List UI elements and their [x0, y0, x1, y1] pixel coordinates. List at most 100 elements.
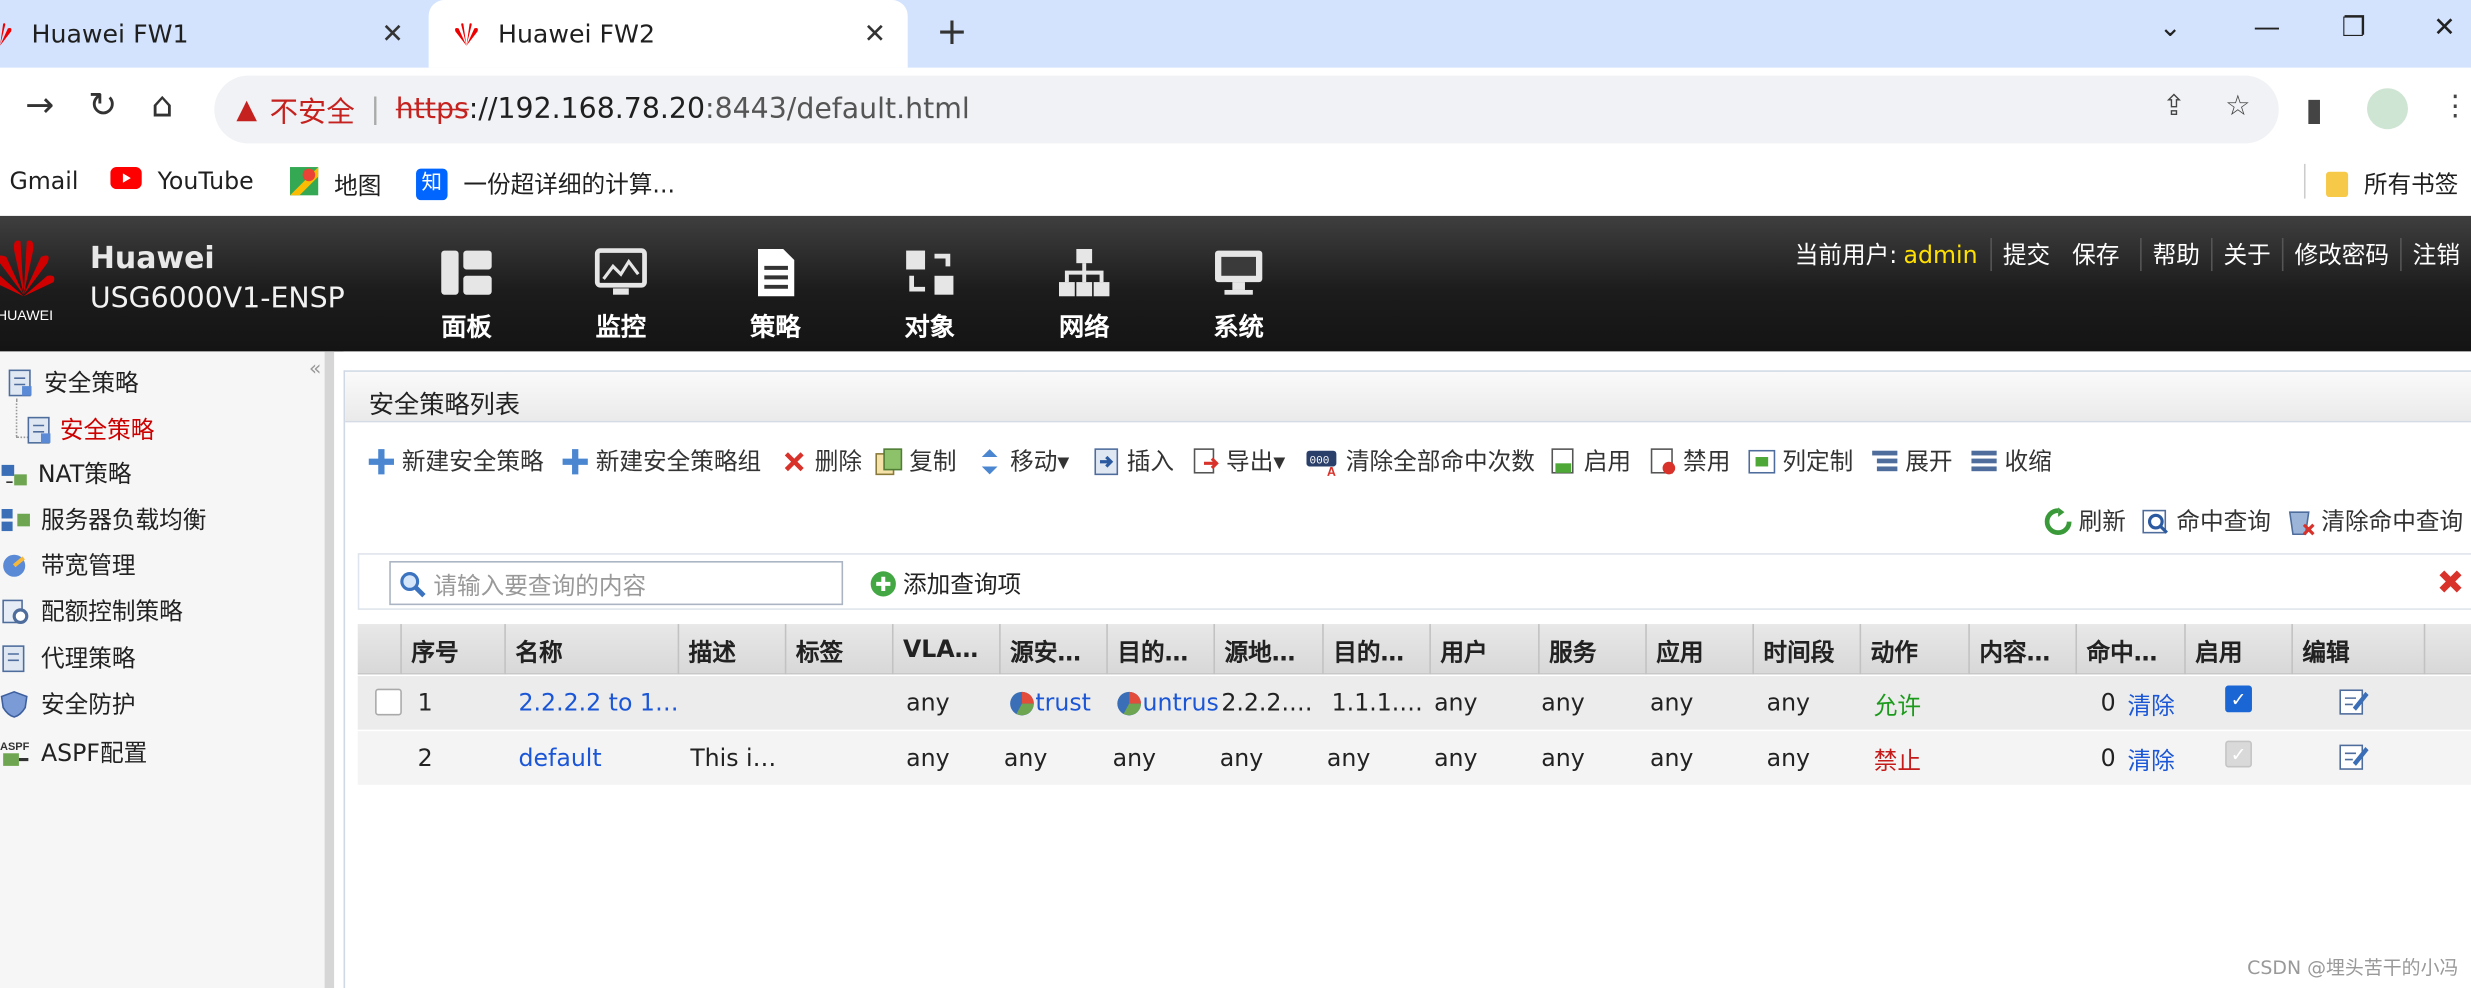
column-header[interactable]: 名称 — [506, 624, 680, 675]
collapse-button[interactable]: 收缩 — [1970, 444, 2052, 477]
reload-icon[interactable]: ↻ — [88, 87, 117, 126]
column-header[interactable]: 目的… — [1324, 624, 1431, 675]
address-bar[interactable]: ▲ 不安全 | https://192.168.78.20:8443/defau… — [214, 75, 2279, 144]
clear-hit-query-button[interactable]: 清除命中查询 — [2287, 504, 2463, 537]
column-header[interactable]: 命中… — [2077, 624, 2186, 675]
enable-checkbox[interactable]: ✓ — [2225, 685, 2252, 713]
column-header[interactable]: 应用 — [1647, 624, 1754, 675]
column-header[interactable]: 时间段 — [1754, 624, 1862, 675]
menu-policy[interactable]: 策略 — [728, 247, 823, 343]
bookmark-youtube[interactable]: YouTube — [110, 167, 254, 195]
hit-query-button[interactable]: 命中查询 — [2142, 504, 2271, 537]
add-query-button[interactable]: 添加查询项 — [870, 567, 1021, 600]
side-panel-icon[interactable]: ▮ — [2306, 90, 2323, 128]
insert-button[interactable]: 插入 — [1092, 444, 1174, 477]
export-button[interactable]: 导出▾ — [1191, 444, 1285, 477]
logout-link[interactable]: 注销 — [2400, 237, 2471, 272]
cell-name-link[interactable]: 2.2.2.2 to 1… — [518, 689, 676, 717]
help-link[interactable]: 帮助 — [2139, 237, 2211, 272]
column-header[interactable]: 服务 — [1540, 624, 1647, 675]
home-icon[interactable]: ⌂ — [151, 87, 173, 126]
column-header[interactable]: 标签 — [786, 624, 894, 675]
row-select-checkbox[interactable] — [375, 688, 402, 716]
sidebar-item-security-policy[interactable]: 安全策略 — [6, 366, 139, 399]
aspf-icon: ASPF — [0, 738, 30, 766]
column-header[interactable]: 启用 — [2186, 624, 2293, 675]
menu-monitor[interactable]: 监控 — [574, 247, 669, 343]
column-header[interactable]: 源地… — [1215, 624, 1324, 675]
warning-icon[interactable]: ▲ — [236, 94, 257, 126]
sidebar-item-quota-control[interactable]: 配额控制策略 — [0, 594, 183, 627]
column-header[interactable]: 用户 — [1431, 624, 1540, 675]
svg-text:ASPF: ASPF — [0, 740, 30, 752]
table-row[interactable]: 1 2.2.2.2 to 1… any trust untrust 2.2.2.… — [357, 676, 2471, 730]
minimize-icon[interactable]: — — [2254, 13, 2281, 45]
change-password-link[interactable]: 修改密码 — [2281, 237, 2400, 272]
bookmark-gmail[interactable]: Gmail — [9, 167, 78, 195]
tab-search-icon[interactable]: ⌄ — [2159, 13, 2181, 45]
zone-link[interactable]: trust — [1035, 689, 1091, 717]
new-policy-group-button[interactable]: 新建安全策略组 — [561, 444, 761, 477]
expand-button[interactable]: 展开 — [1871, 444, 1953, 477]
tab-huawei-fw1[interactable]: Huawei FW1 ✕ — [0, 0, 429, 68]
sidebar-item-security-protection[interactable]: 安全防护 — [0, 687, 136, 720]
menu-object[interactable]: 对象 — [883, 247, 978, 343]
bookmark-zhihu[interactable]: 知 一份超详细的计算... — [416, 167, 675, 200]
sidebar-item-nat[interactable]: NAT策略 — [0, 457, 132, 490]
edit-icon[interactable] — [2339, 741, 2371, 779]
delete-button[interactable]: 删除 — [780, 444, 862, 477]
column-custom-button[interactable]: 列定制 — [1748, 444, 1853, 477]
column-header[interactable]: 序号 — [402, 624, 506, 675]
copy-button[interactable]: 复制 — [875, 444, 957, 477]
disable-button[interactable]: 禁用 — [1648, 444, 1730, 477]
restore-icon[interactable]: ❐ — [2342, 13, 2366, 45]
clear-hits-link[interactable]: 清除 — [2127, 689, 2174, 722]
edit-icon[interactable] — [2339, 686, 2371, 724]
column-header[interactable]: 目的… — [1108, 624, 1216, 675]
column-header[interactable]: VLA… — [894, 624, 1001, 675]
sidebar-item-security-policy-sub[interactable]: 安全策略 — [25, 413, 154, 446]
browser-menu-icon[interactable]: ⋮ — [2441, 90, 2469, 123]
star-icon[interactable]: ☆ — [2225, 90, 2250, 123]
forward-icon[interactable]: → — [25, 87, 54, 126]
menu-network[interactable]: 网络 — [1037, 247, 1132, 343]
save-link[interactable]: 保存 — [2061, 238, 2130, 271]
move-button[interactable]: 移动▾ — [975, 444, 1069, 477]
insecure-label[interactable]: 不安全 — [270, 89, 355, 130]
zone-link[interactable]: untrust — [1143, 689, 1219, 717]
cell-name-link[interactable]: default — [518, 744, 676, 772]
sidebar-item-proxy[interactable]: 代理策略 — [0, 641, 136, 674]
close-tab-icon[interactable]: ✕ — [864, 18, 886, 50]
table-row[interactable]: 2 default This i… any any any any any an… — [357, 731, 2471, 785]
new-tab-button[interactable]: + — [936, 9, 968, 53]
close-window-icon[interactable]: ✕ — [2433, 13, 2455, 45]
sidebar-item-bandwidth[interactable]: 带宽管理 — [0, 548, 136, 581]
column-header[interactable]: 内容… — [1970, 624, 2078, 675]
enable-button[interactable]: 启用 — [1549, 444, 1631, 477]
bookmark-maps[interactable]: 地图 — [289, 167, 381, 202]
close-tab-icon[interactable]: ✕ — [381, 18, 403, 50]
clear-all-hits-button[interactable]: 000 A 清除全部命中次数 — [1306, 444, 1535, 478]
collapse-sidebar-icon[interactable]: « — [309, 358, 322, 382]
sidebar-item-server-load-balancing[interactable]: 服务器负载均衡 — [0, 503, 206, 536]
column-header[interactable]: 源安… — [1001, 624, 1108, 675]
about-link[interactable]: 关于 — [2210, 237, 2282, 272]
avatar[interactable] — [2367, 88, 2408, 130]
refresh-button[interactable]: 刷新 — [2044, 504, 2126, 537]
submit-link[interactable]: 提交 — [1990, 237, 2061, 272]
menu-dashboard[interactable]: 面板 — [419, 247, 514, 343]
cell-user: any — [1434, 688, 1478, 718]
column-header[interactable]: 描述 — [679, 624, 787, 675]
tab-huawei-fw2[interactable]: Huawei FW2 ✕ — [428, 0, 908, 68]
column-header[interactable]: 编辑 — [2293, 624, 2426, 675]
clear-hits-link[interactable]: 清除 — [2127, 744, 2174, 777]
sidebar-item-aspf[interactable]: ASPF ASPF配置 — [0, 736, 147, 769]
cell-app: any — [1649, 688, 1694, 718]
share-icon[interactable]: ⇪ — [2162, 90, 2186, 123]
all-bookmarks-button[interactable]: 所有书签 — [2326, 167, 2458, 200]
clear-search-icon[interactable] — [2436, 567, 2464, 602]
column-header[interactable]: 动作 — [1861, 624, 1970, 675]
new-policy-button[interactable]: 新建安全策略 — [367, 444, 544, 477]
menu-system[interactable]: 系统 — [1191, 247, 1286, 343]
search-input[interactable]: 请输入要查询的内容 — [389, 561, 844, 606]
